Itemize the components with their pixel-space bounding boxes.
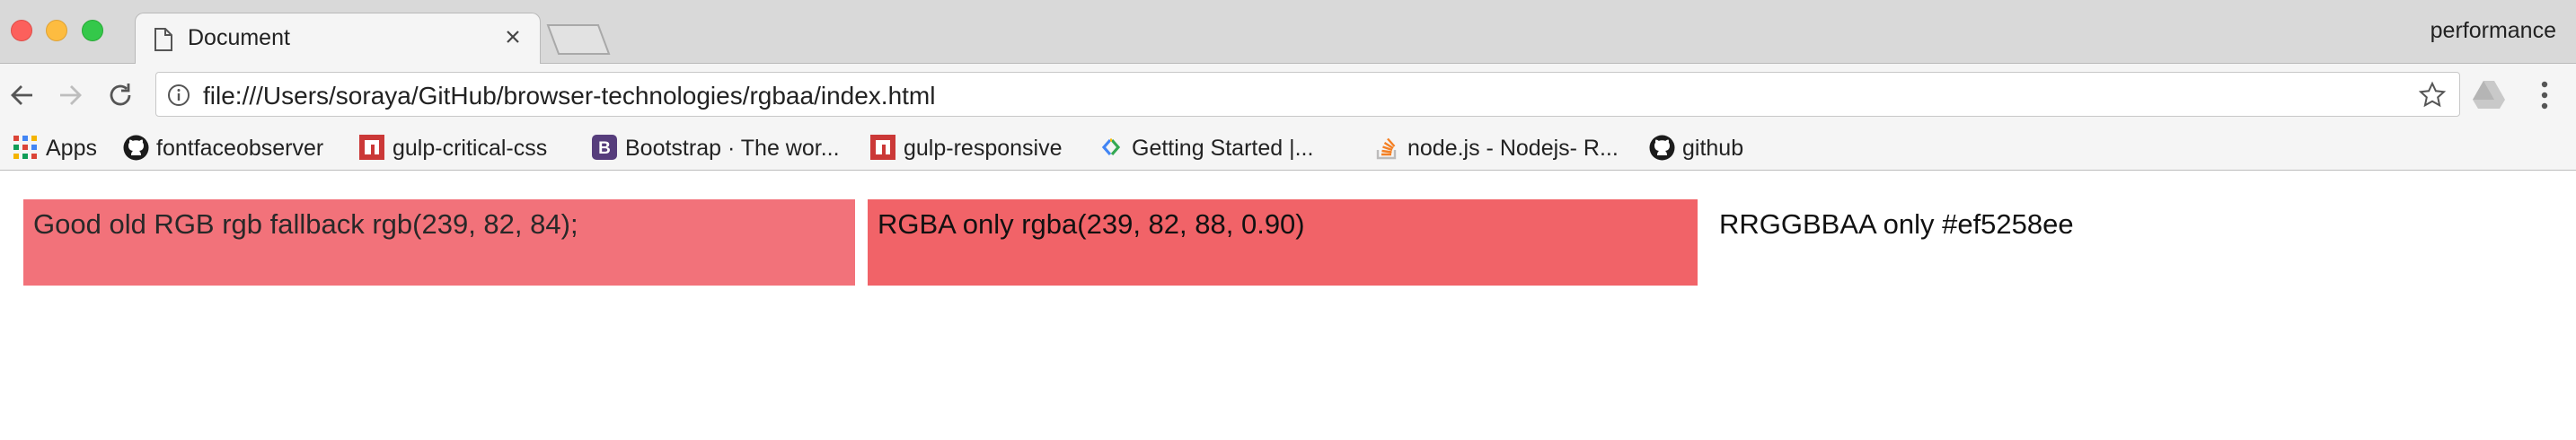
bookmarks-bar: Apps fontfaceobserver gulp-critical-css … <box>0 125 2576 171</box>
bookmark-label: fontfaceobserver <box>156 136 324 161</box>
google-drive-extension-icon[interactable] <box>2472 79 2506 110</box>
bookmark-label: node.js - Nodejs- R... <box>1407 136 1619 161</box>
bookmark-label: gulp-responsive <box>904 136 1063 161</box>
reload-icon[interactable] <box>105 80 136 110</box>
rgb-fallback-box: Good old RGB rgb fallback rgb(239, 82, 8… <box>23 199 855 286</box>
url-text[interactable]: file:///Users/soraya/GitHub/browser-tech… <box>203 82 935 110</box>
google-chevron-icon <box>1101 138 1121 156</box>
forward-arrow-icon[interactable] <box>55 80 85 110</box>
bookmark-label: Getting Started |... <box>1132 136 1314 161</box>
window-close-button[interactable] <box>11 20 32 41</box>
profile-name[interactable]: performance <box>2430 18 2556 44</box>
bootstrap-icon: B <box>592 135 617 160</box>
tab-document[interactable]: Document <box>135 13 541 65</box>
new-tab-button[interactable] <box>546 23 611 56</box>
github-icon <box>123 135 149 161</box>
bookmark-label: Apps <box>46 136 97 161</box>
bookmark-label: Bootstrap · The wor... <box>625 136 840 161</box>
close-icon[interactable] <box>502 26 524 48</box>
back-arrow-icon[interactable] <box>7 80 38 110</box>
tab-title: Document <box>188 25 290 50</box>
npm-icon <box>870 135 895 160</box>
svg-text:B: B <box>598 139 611 158</box>
window-minimize-button[interactable] <box>46 20 67 41</box>
address-bar[interactable]: file:///Users/soraya/GitHub/browser-tech… <box>155 72 2460 117</box>
github-icon <box>1649 135 1675 161</box>
browser-toolbar: file:///Users/soraya/GitHub/browser-tech… <box>0 64 2576 125</box>
tab-strip: Document performance <box>0 0 2576 65</box>
bookmark-label: github <box>1682 136 1744 161</box>
bookmark-label: gulp-critical-css <box>393 136 548 161</box>
more-menu-icon[interactable] <box>2531 79 2558 111</box>
rgba-only-box: RGBA only rgba(239, 82, 88, 0.90) <box>868 199 1698 286</box>
apps-grid-icon <box>13 136 37 159</box>
document-icon <box>154 28 172 51</box>
npm-icon <box>359 135 384 160</box>
window-maximize-button[interactable] <box>82 20 103 41</box>
info-icon[interactable] <box>167 84 190 107</box>
rrggbbaa-only-box: RRGGBBAA only #ef5258ee <box>1719 208 2074 240</box>
bookmark-star-icon[interactable] <box>2418 81 2447 110</box>
stackoverflow-icon <box>1376 137 1397 160</box>
